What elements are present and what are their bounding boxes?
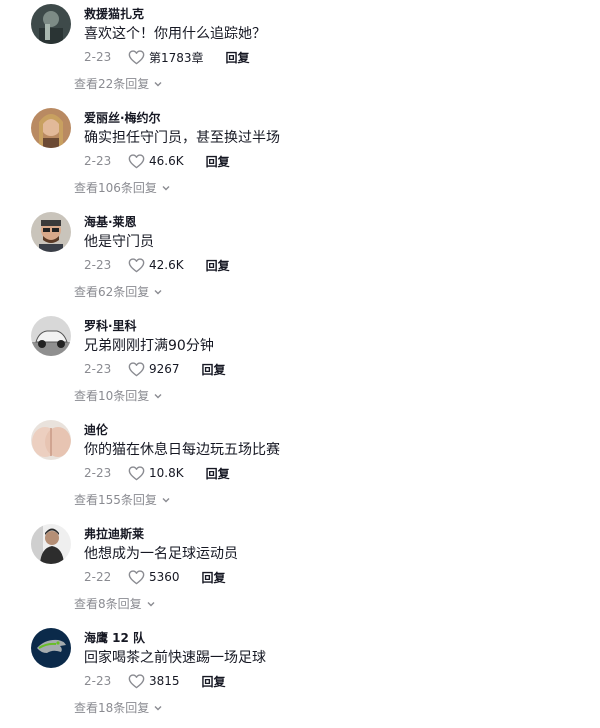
avatar[interactable]: [31, 4, 71, 44]
comment-date: 2-23: [84, 674, 112, 688]
like-count: 5360: [149, 570, 180, 584]
comment-text: 确实担任守门员，甚至换过半场: [84, 130, 280, 146]
comment-meta: 2-23 46.6K 回复: [84, 152, 230, 170]
comment-item: 救援猫扎克 喜欢这个！你用什么追踪她？ 2-23 第1783章 回复 查看22条…: [0, 0, 600, 104]
view-replies-label: 查看22条回复: [74, 77, 150, 91]
view-replies-button[interactable]: 查看8条回复: [74, 595, 156, 612]
avatar[interactable]: [31, 108, 71, 148]
view-replies-label: 查看62条回复: [74, 285, 150, 299]
comment-item: 爱丽丝·梅约尔 确实担任守门员，甚至换过半场 2-23 46.6K 回复 查看1…: [0, 104, 600, 208]
reply-button[interactable]: 回复: [226, 49, 250, 66]
comment-date: 2-23: [84, 362, 112, 376]
view-replies-button[interactable]: 查看106条回复: [74, 179, 171, 196]
heart-outline-icon[interactable]: [128, 49, 145, 65]
chevron-down-icon: [162, 497, 170, 502]
avatar[interactable]: [31, 212, 71, 252]
comment-date: 2-23: [84, 50, 112, 64]
view-replies-button[interactable]: 查看10条回复: [74, 387, 163, 404]
heart-outline-icon[interactable]: [128, 153, 145, 169]
avatar[interactable]: [31, 316, 71, 356]
comment-meta: 2-23 第1783章 回复: [84, 48, 250, 66]
comment-author[interactable]: 爱丽丝·梅约尔: [84, 109, 161, 126]
comment-item: 海鹰 12 队 回家喝茶之前快速踢一场足球 2-23 3815 回复 查看18条…: [0, 624, 600, 728]
reply-button[interactable]: 回复: [206, 257, 230, 274]
view-replies-label: 查看10条回复: [74, 389, 150, 403]
comment-meta: 2-23 3815 回复: [84, 672, 226, 690]
comment-text: 回家喝茶之前快速踢一场足球: [84, 650, 266, 666]
comment-date: 2-23: [84, 466, 112, 480]
comment-text: 他想成为一名足球运动员: [84, 546, 238, 562]
comment-item: 海基·莱恩 他是守门员 2-23 42.6K 回复 查看62条回复: [0, 208, 600, 312]
view-replies-label: 查看18条回复: [74, 701, 150, 715]
like-count: 10.8K: [149, 466, 184, 480]
comment-text: 兄弟刚刚打满90分钟: [84, 338, 214, 354]
comment-date: 2-22: [84, 570, 112, 584]
heart-outline-icon[interactable]: [128, 257, 145, 273]
comment-meta: 2-23 10.8K 回复: [84, 464, 230, 482]
chevron-down-icon: [162, 185, 170, 190]
avatar[interactable]: [31, 420, 71, 460]
comment-text: 他是守门员: [84, 234, 154, 250]
comment-item: 迪伦 你的猫在休息日每边玩五场比赛 2-23 10.8K 回复 查看155条回复: [0, 416, 600, 520]
reply-button[interactable]: 回复: [206, 465, 230, 482]
like-count: 42.6K: [149, 258, 184, 272]
reply-button[interactable]: 回复: [202, 361, 226, 378]
comment-item: 罗科·里科 兄弟刚刚打满90分钟 2-23 9267 回复 查看10条回复: [0, 312, 600, 416]
comment-author[interactable]: 海鹰 12 队: [84, 629, 145, 646]
comment-author[interactable]: 海基·莱恩: [84, 213, 137, 230]
reply-button[interactable]: 回复: [206, 153, 230, 170]
view-replies-button[interactable]: 查看62条回复: [74, 283, 163, 300]
chevron-down-icon: [147, 601, 155, 606]
reply-button[interactable]: 回复: [202, 569, 226, 586]
comment-text: 你的猫在休息日每边玩五场比赛: [84, 442, 280, 458]
like-count: 3815: [149, 674, 180, 688]
comment-meta: 2-23 42.6K 回复: [84, 256, 230, 274]
view-replies-label: 查看8条回复: [74, 597, 142, 611]
heart-outline-icon[interactable]: [128, 673, 145, 689]
chevron-down-icon: [154, 289, 162, 294]
like-count: 第1783章: [149, 50, 204, 65]
view-replies-button[interactable]: 查看155条回复: [74, 491, 171, 508]
comment-meta: 2-23 9267 回复: [84, 360, 226, 378]
avatar[interactable]: [31, 524, 71, 564]
chevron-down-icon: [154, 81, 162, 86]
comment-author[interactable]: 迪伦: [84, 421, 108, 438]
view-replies-label: 查看106条回复: [74, 181, 157, 195]
avatar[interactable]: [31, 628, 71, 668]
reply-button[interactable]: 回复: [202, 673, 226, 690]
heart-outline-icon[interactable]: [128, 361, 145, 377]
like-count: 9267: [149, 362, 180, 376]
view-replies-label: 查看155条回复: [74, 493, 157, 507]
view-replies-button[interactable]: 查看22条回复: [74, 75, 163, 92]
comment-text: 喜欢这个！你用什么追踪她？: [84, 26, 266, 42]
comment-item: 弗拉迪斯莱 他想成为一名足球运动员 2-22 5360 回复 查看8条回复: [0, 520, 600, 624]
like-count: 46.6K: [149, 154, 184, 168]
comment-meta: 2-22 5360 回复: [84, 568, 226, 586]
heart-outline-icon[interactable]: [128, 569, 145, 585]
comment-author[interactable]: 救援猫扎克: [84, 5, 144, 22]
chevron-down-icon: [154, 393, 162, 398]
heart-outline-icon[interactable]: [128, 465, 145, 481]
comment-author[interactable]: 罗科·里科: [84, 317, 137, 334]
comment-author[interactable]: 弗拉迪斯莱: [84, 525, 144, 542]
view-replies-button[interactable]: 查看18条回复: [74, 699, 163, 716]
comment-date: 2-23: [84, 154, 112, 168]
comment-date: 2-23: [84, 258, 112, 272]
chevron-down-icon: [154, 705, 162, 710]
